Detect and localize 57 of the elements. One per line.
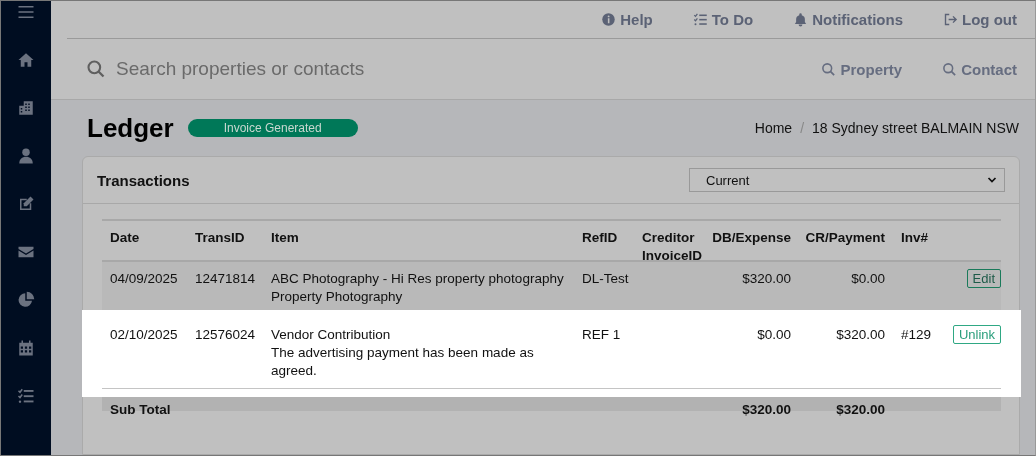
- column-header: Item: [270, 229, 300, 247]
- breadcrumb-item: 18 Sydney street BALMAIN NSW: [812, 120, 1019, 136]
- bell-icon: [793, 12, 809, 27]
- nav-link[interactable]: To Do: [692, 11, 754, 28]
- column-header: RefID: [581, 229, 619, 247]
- pie-chart-icon: [17, 291, 35, 309]
- table-cell-text: $320.00: [741, 270, 792, 288]
- person-icon: [17, 147, 35, 165]
- search-field[interactable]: Search properties or contacts: [116, 58, 365, 80]
- table-cell-text: 12471814: [194, 270, 257, 288]
- quick-search-link[interactable]: Property: [821, 60, 903, 78]
- column-header: CR/Payment: [804, 229, 886, 247]
- search-icon: [86, 59, 106, 79]
- logout-icon: [943, 12, 958, 27]
- calendar-icon: [17, 339, 35, 357]
- search-icon: [821, 61, 837, 77]
- edit-icon: [17, 195, 35, 213]
- table-cell-text: 04/09/2025: [109, 270, 179, 288]
- breadcrumb-item[interactable]: Home: [754, 120, 793, 136]
- nav-link[interactable]: Log out: [943, 11, 1017, 28]
- home-icon: [17, 51, 35, 69]
- table-cell-text: DL-Test: [581, 270, 630, 288]
- table-cell-text: The advertising payment has been made as agreed.: [271, 344, 535, 380]
- breadcrumb-separator: /: [800, 120, 805, 136]
- nav-link[interactable]: Help: [601, 11, 653, 28]
- building-icon: [17, 99, 35, 117]
- checklist-icon: [17, 387, 35, 405]
- table-cell-text: 12576024: [194, 326, 257, 344]
- page-title: Ledger: [87, 112, 174, 144]
- checklist-icon: [692, 12, 708, 27]
- menu-icon: [17, 3, 35, 21]
- table-cell-text: Vendor Contribution: [271, 326, 392, 344]
- table-cell-text: Sub Total: [109, 401, 172, 419]
- column-header: TransID: [194, 229, 246, 247]
- table-cell-text: $320.00: [835, 401, 886, 419]
- table-cell-text: REF 1: [581, 326, 622, 344]
- table-cell-text: ABC Photography - Hi Res property photography: [271, 270, 565, 288]
- table-cell-text: 02/10/2025: [109, 326, 179, 344]
- table-cell-text: $320.00: [835, 326, 886, 344]
- column-header: Inv#: [900, 229, 929, 247]
- column-header: Creditor InvoiceID: [641, 229, 704, 265]
- column-header: Date: [109, 229, 141, 247]
- column-header: DB/Expense: [711, 229, 792, 247]
- row-action-button[interactable]: Unlink: [952, 325, 1001, 344]
- table-cell-text: $0.00: [850, 270, 886, 288]
- row-action-button[interactable]: Edit: [966, 269, 1001, 288]
- table-cell-text: $320.00: [741, 401, 792, 419]
- quick-search-link[interactable]: Contact: [942, 60, 1017, 78]
- period-select[interactable]: Current: [689, 168, 1005, 192]
- table-cell-text: #129: [900, 326, 933, 344]
- info-icon: [601, 12, 617, 27]
- card-title: Transactions: [97, 171, 190, 189]
- search-icon: [942, 61, 958, 77]
- table-cell-text: Property Photography: [271, 288, 404, 306]
- nav-link[interactable]: Notifications: [793, 11, 903, 28]
- status-badge: Invoice Generated: [187, 119, 358, 137]
- table-cell-text: $0.00: [756, 326, 792, 344]
